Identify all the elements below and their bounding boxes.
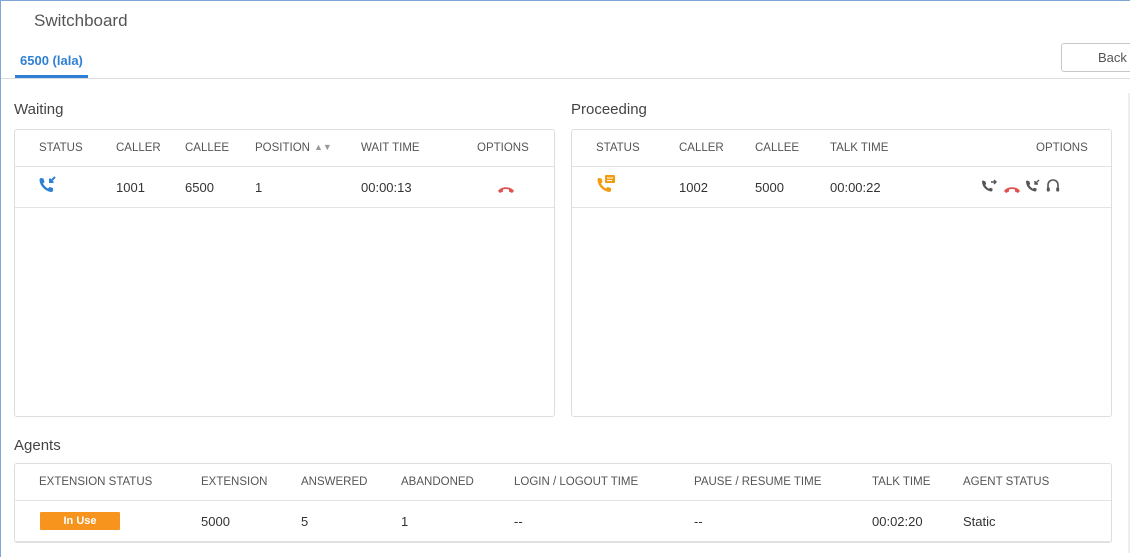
column-position-label: POSITION xyxy=(255,142,310,154)
column-callee: CALLEE xyxy=(755,142,800,154)
column-caller: CALLER xyxy=(679,142,724,154)
column-extension: EXTENSION xyxy=(201,476,268,488)
callee-value: 6500 xyxy=(185,180,214,195)
wait-time-value: 00:00:13 xyxy=(361,180,412,195)
column-wait-time: WAIT TIME xyxy=(361,142,420,154)
transfer-icon[interactable] xyxy=(981,179,997,198)
incoming-call-icon xyxy=(38,176,58,199)
column-login-logout-time: LOGIN / LOGOUT TIME xyxy=(514,476,639,488)
agents-table-header: EXTENSION STATUS EXTENSION ANSWERED ABAN… xyxy=(15,464,1111,501)
column-options: OPTIONS xyxy=(1036,142,1088,154)
column-position[interactable]: POSITION ▲▼ xyxy=(255,142,332,154)
status-badge: In Use xyxy=(40,512,120,530)
back-button[interactable]: Back xyxy=(1061,43,1130,72)
extension-value: 5000 xyxy=(201,514,230,529)
hangup-icon[interactable] xyxy=(497,181,515,199)
abandoned-value: 1 xyxy=(401,514,409,529)
proceeding-section-title: Proceeding xyxy=(571,101,647,118)
column-extension-status: EXTENSION STATUS xyxy=(39,476,153,488)
tab-queue[interactable]: 6500 (lala) xyxy=(20,53,83,76)
proceeding-table-header: STATUS CALLER CALLEE TALK TIME OPTIONS xyxy=(572,130,1111,167)
table-row: 1002 5000 00:00:22 xyxy=(572,167,1111,208)
page-title: Switchboard xyxy=(34,11,128,30)
column-caller: CALLER xyxy=(116,142,161,154)
switchboard-window: Switchboard 6500 (lala) Back Waiting STA… xyxy=(0,0,1130,557)
column-status: STATUS xyxy=(596,142,640,154)
table-row: 1001 6500 1 00:00:13 xyxy=(15,167,554,208)
waiting-table-header: STATUS CALLER CALLEE POSITION ▲▼ WAIT TIM… xyxy=(15,130,554,167)
column-agent-status: AGENT STATUS xyxy=(963,476,1050,488)
talk-time-value: 00:00:22 xyxy=(830,180,881,195)
column-status: STATUS xyxy=(39,142,83,154)
position-value: 1 xyxy=(255,180,263,195)
agent-status-value: Static xyxy=(963,514,996,529)
column-answered: ANSWERED xyxy=(301,476,368,488)
sort-icon[interactable]: ▲▼ xyxy=(314,142,332,152)
column-pause-resume-time: PAUSE / RESUME TIME xyxy=(694,476,822,488)
tab-divider xyxy=(1,78,1130,79)
proceeding-table: STATUS CALLER CALLEE TALK TIME OPTIONS 1… xyxy=(571,129,1112,417)
answered-value: 5 xyxy=(301,514,309,529)
column-options: OPTIONS xyxy=(477,142,529,154)
column-talk-time: TALK TIME xyxy=(872,476,931,488)
waiting-table: STATUS CALLER CALLEE POSITION ▲▼ WAIT TIM… xyxy=(14,129,555,417)
column-callee: CALLEE xyxy=(185,142,230,154)
talk-time-value: 00:02:20 xyxy=(872,514,923,529)
in-call-icon xyxy=(596,174,616,199)
column-abandoned: ABANDONED xyxy=(401,476,474,488)
pause-resume-value: -- xyxy=(694,514,703,529)
login-logout-value: -- xyxy=(514,514,523,529)
waiting-section-title: Waiting xyxy=(14,101,64,118)
callee-value: 5000 xyxy=(755,180,784,195)
column-talk-time: TALK TIME xyxy=(830,142,889,154)
headset-icon[interactable] xyxy=(1046,178,1060,198)
agents-table: EXTENSION STATUS EXTENSION ANSWERED ABAN… xyxy=(14,463,1112,543)
hangup-icon[interactable] xyxy=(1003,181,1021,199)
agents-section-title: Agents xyxy=(14,437,61,454)
table-row: In Use 5000 5 1 -- -- 00:02:20 Static xyxy=(15,501,1111,542)
caller-value: 1002 xyxy=(679,180,708,195)
call-barge-icon[interactable] xyxy=(1025,179,1041,198)
caller-value: 1001 xyxy=(116,180,145,195)
